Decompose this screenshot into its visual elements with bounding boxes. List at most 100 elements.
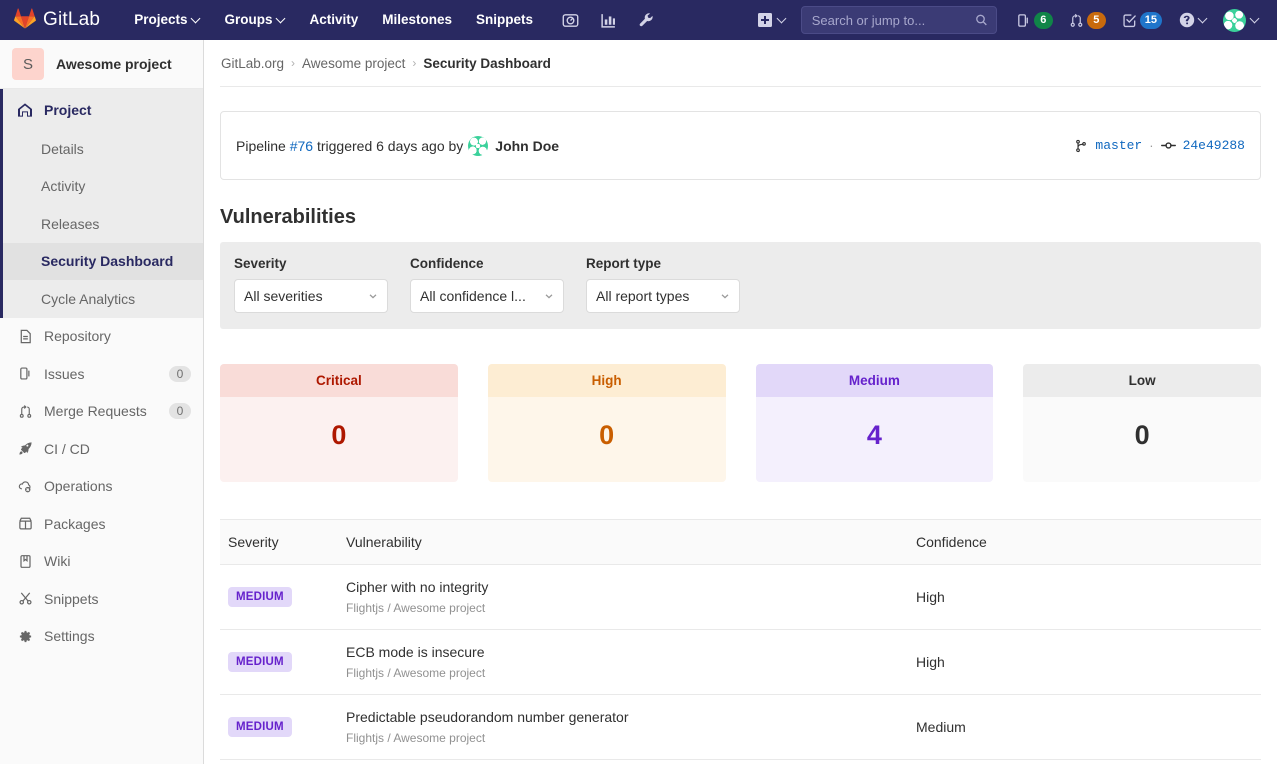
severity-card-high[interactable]: High 0 xyxy=(487,364,726,482)
pipeline-number-link[interactable]: #76 xyxy=(290,138,313,154)
issues-icon xyxy=(1017,13,1028,27)
sidebar-item-wiki[interactable]: Wiki xyxy=(0,543,203,581)
analytics-chart-icon[interactable] xyxy=(589,0,627,40)
sidebar-item-security-dashboard-label: Security Dashboard xyxy=(41,253,174,270)
vulnerabilities-table: Severity Vulnerability Confidence MEDIUM… xyxy=(220,519,1261,760)
gitlab-home-link[interactable]: GitLab xyxy=(14,8,100,32)
table-row[interactable]: MEDIUM Predictable pseudorandom number g… xyxy=(220,694,1261,760)
breadcrumb-item-security-dashboard: Security Dashboard xyxy=(423,55,551,71)
project-header-link[interactable]: S Awesome project xyxy=(0,40,203,89)
severity-filter-group: Severity All severities xyxy=(234,256,388,313)
table-row[interactable]: MEDIUM ECB mode is insecure Flightjs / A… xyxy=(220,629,1261,695)
pipeline-summary: Pipeline #76 triggered 6 days ago by Joh… xyxy=(236,135,559,156)
pipeline-ref-info: master · 24e49288 xyxy=(1074,138,1245,153)
sidebar-item-releases[interactable]: Releases xyxy=(3,205,203,243)
todos-count-badge: 15 xyxy=(1139,11,1162,29)
nav-link-snippets[interactable]: Snippets xyxy=(464,0,545,40)
merge-request-icon xyxy=(1070,13,1083,27)
pipeline-info-bar: Pipeline #76 triggered 6 days ago by Joh… xyxy=(220,111,1261,180)
user-menu-button[interactable] xyxy=(1217,0,1267,40)
chevron-down-icon xyxy=(192,15,200,23)
sidebar-item-wiki-label: Wiki xyxy=(44,553,71,570)
cell-vulnerability: ECB mode is insecure Flightjs / Awesome … xyxy=(346,629,916,695)
pipeline-trigger-text: triggered 6 days ago by xyxy=(316,137,464,154)
sidebar-item-activity[interactable]: Activity xyxy=(3,168,203,206)
nav-link-projects[interactable]: Projects xyxy=(122,0,212,40)
help-menu-button[interactable] xyxy=(1171,0,1215,40)
sidebar-item-details-label: Details xyxy=(41,140,84,157)
vulnerability-name[interactable]: Predictable pseudorandom number generato… xyxy=(346,709,916,725)
search-input[interactable] xyxy=(809,11,975,29)
severity-filter[interactable]: All severities xyxy=(234,279,388,313)
cell-vulnerability: Predictable pseudorandom number generato… xyxy=(346,694,916,760)
pipeline-user-name[interactable]: John Doe xyxy=(495,138,559,154)
severity-card-high-label: High xyxy=(487,364,726,397)
column-header-severity[interactable]: Severity xyxy=(220,519,346,565)
merge-requests-counter[interactable]: 5 xyxy=(1062,0,1113,40)
sidebar-item-repository[interactable]: Repository xyxy=(0,318,203,356)
question-circle-icon xyxy=(1179,12,1195,28)
sidebar-item-packages[interactable]: Packages xyxy=(0,505,203,543)
report-type-filter[interactable]: All report types xyxy=(586,279,740,313)
status-badge: MEDIUM xyxy=(228,652,292,672)
severity-card-low-count: 0 xyxy=(1023,397,1261,482)
breadcrumb-item-gitlab-org[interactable]: GitLab.org xyxy=(221,56,284,71)
column-header-vulnerability[interactable]: Vulnerability xyxy=(346,519,916,565)
sidebar-item-cycle-analytics[interactable]: Cycle Analytics xyxy=(3,280,203,318)
plus-square-icon xyxy=(757,13,772,27)
chevron-down-icon xyxy=(720,288,730,304)
sidebar-item-settings[interactable]: Settings xyxy=(0,618,203,656)
severity-card-medium[interactable]: Medium 4 xyxy=(755,364,994,482)
severity-card-critical-count: 0 xyxy=(220,397,458,482)
nav-icon-buttons xyxy=(551,0,665,40)
pipeline-branch-link[interactable]: master xyxy=(1095,138,1142,153)
severity-card-low[interactable]: Low 0 xyxy=(1023,364,1261,482)
chevron-down-icon xyxy=(778,15,786,23)
sidebar-item-ci-cd[interactable]: CI / CD xyxy=(0,430,203,468)
cloud-gear-icon xyxy=(17,478,33,494)
search-input-wrapper[interactable] xyxy=(800,6,997,34)
nav-link-milestones[interactable]: Milestones xyxy=(370,0,464,40)
confidence-filter-group: Confidence All confidence l... xyxy=(410,256,564,313)
vulnerability-name[interactable]: Cipher with no integrity xyxy=(346,579,916,595)
report-type-filter-label: Report type xyxy=(586,256,662,271)
sidebar-item-issues[interactable]: Issues 0 xyxy=(0,355,203,393)
todos-counter[interactable]: 15 xyxy=(1115,0,1169,40)
sidebar-item-snippets[interactable]: Snippets xyxy=(0,580,203,618)
pipeline-user-avatar[interactable] xyxy=(468,135,489,156)
nav-link-groups-label: Groups xyxy=(224,12,273,27)
gear-icon xyxy=(17,628,33,644)
severity-card-critical[interactable]: Critical 0 xyxy=(220,364,458,482)
todo-check-icon xyxy=(1123,13,1136,27)
project-avatar: S xyxy=(12,48,44,80)
sidebar-item-merge-requests[interactable]: Merge Requests 0 xyxy=(0,393,203,431)
column-header-confidence[interactable]: Confidence xyxy=(916,519,1261,565)
pipeline-commit-link[interactable]: 24e49288 xyxy=(1183,138,1245,153)
vulnerability-project: Flightjs / Awesome project xyxy=(346,666,486,680)
sidebar-item-project[interactable]: Project xyxy=(3,89,203,130)
sidebar-item-security-dashboard[interactable]: Security Dashboard xyxy=(3,242,203,280)
confidence-filter[interactable]: All confidence l... xyxy=(410,279,564,313)
severity-card-high-count: 0 xyxy=(487,397,726,482)
confidence-filter-label: Confidence xyxy=(410,256,484,271)
vulnerability-name[interactable]: ECB mode is insecure xyxy=(346,644,916,660)
cell-severity: MEDIUM xyxy=(220,694,346,760)
table-row[interactable]: MEDIUM Cipher with no integrity Flightjs… xyxy=(220,564,1261,630)
home-icon xyxy=(17,102,33,118)
cell-severity: MEDIUM xyxy=(220,564,346,630)
issues-counter[interactable]: 6 xyxy=(1009,0,1060,40)
create-new-button[interactable] xyxy=(748,0,795,40)
sidebar-item-operations[interactable]: Operations xyxy=(0,468,203,506)
commit-icon xyxy=(1160,138,1176,153)
table-body: MEDIUM Cipher with no integrity Flightjs… xyxy=(220,564,1261,760)
wrench-admin-icon[interactable] xyxy=(627,0,665,40)
severity-filter-label: Severity xyxy=(234,256,287,271)
navbar-right-section: 6 5 15 xyxy=(748,0,1267,40)
issue-boards-icon[interactable] xyxy=(551,0,589,40)
sidebar-item-details[interactable]: Details xyxy=(3,130,203,168)
breadcrumb-item-awesome-project[interactable]: Awesome project xyxy=(302,56,405,71)
nav-link-activity[interactable]: Activity xyxy=(297,0,370,40)
severity-filter-value: All severities xyxy=(244,288,323,304)
nav-link-groups[interactable]: Groups xyxy=(212,0,297,40)
breadcrumb-separator: › xyxy=(291,56,296,70)
